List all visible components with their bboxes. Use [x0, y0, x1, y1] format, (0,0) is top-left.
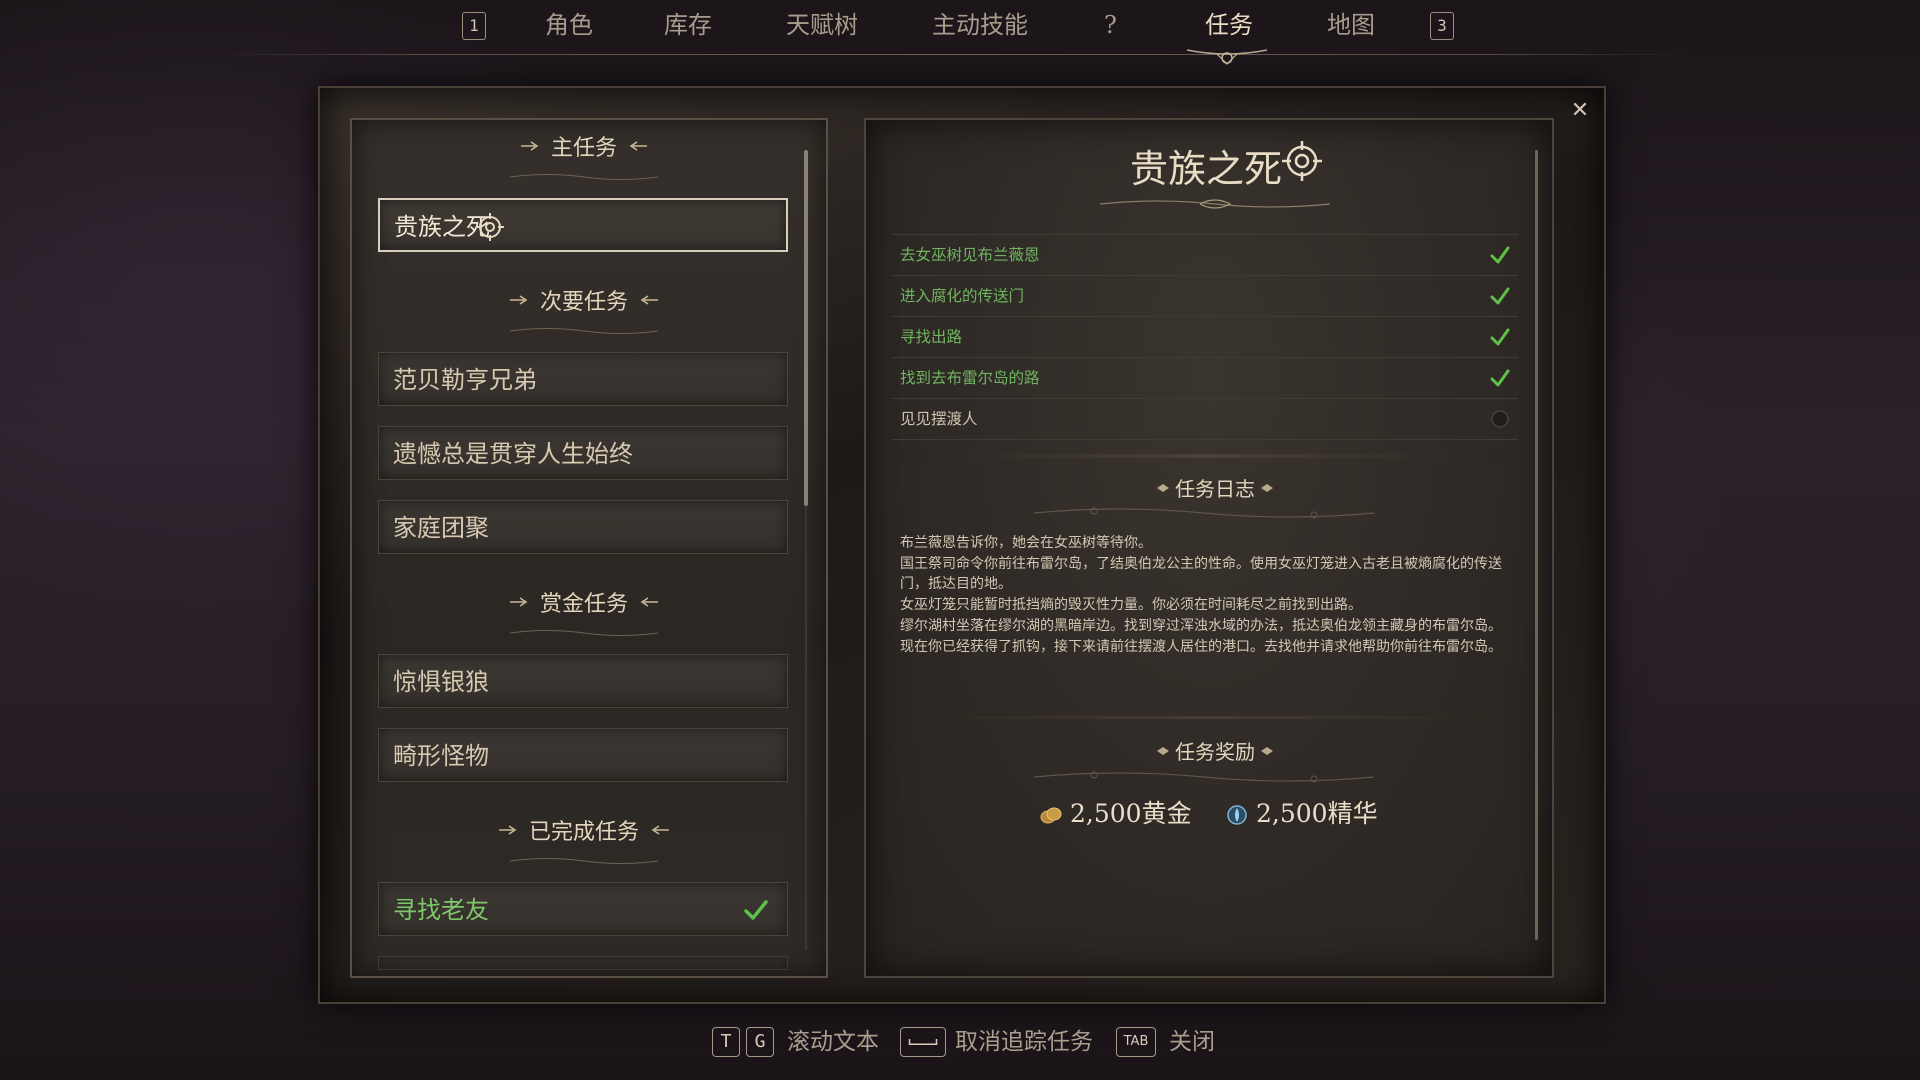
diamond-icon	[1261, 746, 1273, 755]
essence-icon	[1227, 805, 1247, 825]
arrow-right-icon	[520, 141, 539, 151]
quest-label: 畸形怪物	[393, 742, 489, 770]
tab-talent-tree[interactable]: 天赋树	[786, 8, 858, 42]
journal-entry: 国王祭司命令你前往布雷尔岛，了结奥伯龙公主的性命。使用女巫灯笼进入古老且被熵腐化…	[900, 555, 1502, 593]
objective-row: 去女巫树见布兰薇恩	[892, 234, 1518, 276]
journal-text: 布兰薇恩告诉你，她会在女巫树等待你。 国王祭司命令你前往布雷尔岛，了结奥伯龙公主…	[900, 533, 1510, 657]
reward-gold: 2,500黄金	[1070, 799, 1192, 828]
arrow-left-icon	[640, 295, 658, 305]
arrow-right-icon	[498, 825, 517, 835]
nav-prev-key[interactable]: 1	[462, 12, 486, 40]
quest-list-scrollbar[interactable]	[804, 150, 808, 506]
arrow-right-icon	[509, 597, 528, 607]
objective-divider	[892, 454, 1518, 458]
scroll-down-key[interactable]: G	[746, 1027, 774, 1057]
main-quests-header: 主任务	[378, 130, 790, 170]
quest-item-completed-1[interactable]: 寻找老友	[378, 882, 788, 936]
close-icon[interactable]: ✕	[1565, 96, 1595, 126]
nav-divider	[215, 54, 1690, 55]
reward-list: 2,500黄金 2,500精华	[1036, 796, 1378, 832]
untrack-quest-hint: 取消追踪任务	[955, 1029, 1093, 1055]
target-icon	[476, 213, 504, 241]
quest-label: 家庭团聚	[393, 514, 489, 542]
diamond-icon	[1157, 483, 1169, 492]
objective-row: 见见摆渡人	[892, 399, 1518, 440]
close-hint: 关闭	[1169, 1029, 1215, 1055]
header-flourish-icon	[510, 328, 658, 334]
completed-quests-header: 已完成任务	[378, 814, 790, 854]
scroll-up-key[interactable]: T	[712, 1027, 740, 1057]
check-icon	[1490, 328, 1510, 346]
objective-list: 去女巫树见布兰薇恩 进入腐化的传送门 寻找出路 找到去布雷尔岛的路 见见摆渡人	[892, 234, 1518, 440]
tab-map[interactable]: 地图	[1327, 8, 1375, 42]
rewards-flourish-icon	[1034, 771, 1374, 783]
objective-row: 找到去布雷尔岛的路	[892, 358, 1518, 399]
quest-item-side-2[interactable]: 遗憾总是贯穿人生始终	[378, 426, 788, 480]
quest-item-bounty-1[interactable]: 惊惧银狼	[378, 654, 788, 708]
check-icon	[1490, 369, 1510, 387]
space-bar-glyph-icon	[908, 1039, 938, 1045]
detail-scrollbar[interactable]	[1535, 150, 1538, 940]
arrow-left-icon	[640, 597, 658, 607]
header-flourish-icon	[510, 630, 658, 636]
journal-flourish-icon	[1034, 507, 1374, 519]
header-flourish-icon	[510, 174, 658, 180]
target-icon	[1282, 141, 1322, 181]
quest-item-main-selected[interactable]: 贵族之死	[378, 198, 788, 252]
journal-entry: 现在你已经获得了抓钩，接下来请前往摆渡人居住的港口。去找他并请求他帮助你前往布雷…	[900, 638, 1502, 655]
tab-key[interactable]: TAB	[1116, 1027, 1156, 1057]
objective-row: 寻找出路	[892, 317, 1518, 358]
space-key-icon[interactable]	[900, 1027, 946, 1057]
scroll-text-hint: 滚动文本	[787, 1029, 879, 1055]
quest-label: 惊惧银狼	[393, 668, 489, 696]
tab-character[interactable]: 角色	[545, 8, 593, 42]
arrow-left-icon	[651, 825, 669, 835]
top-navigation: 1 角色 库存 天赋树 主动技能 ? 任务 地图 3	[0, 0, 1920, 65]
pending-circle-icon	[1491, 410, 1509, 428]
quest-item-bounty-2[interactable]: 畸形怪物	[378, 728, 788, 782]
check-icon	[1490, 246, 1510, 264]
gold-icon	[1040, 807, 1062, 824]
active-tab-ornament-icon	[1186, 49, 1268, 65]
quest-item-partial	[378, 956, 788, 970]
journal-entry: 女巫灯笼只能暂时抵挡熵的毁灭性力量。你必须在时间耗尽之前找到出路。	[900, 597, 1362, 614]
journal-header: 任务日志	[1100, 473, 1330, 503]
arrow-right-icon	[509, 295, 528, 305]
quest-item-side-1[interactable]: 范贝勒亨兄弟	[378, 352, 788, 406]
header-flourish-icon	[510, 858, 658, 864]
diamond-icon	[1261, 483, 1273, 492]
check-icon	[744, 900, 768, 920]
reward-essence: 2,500精华	[1256, 799, 1378, 828]
journal-divider	[892, 716, 1518, 719]
tab-unknown[interactable]: ?	[1104, 8, 1117, 42]
tab-inventory[interactable]: 库存	[664, 8, 712, 42]
tab-active-skills[interactable]: 主动技能	[932, 8, 1028, 42]
quest-detail-title: 贵族之死	[1130, 147, 1283, 191]
diamond-icon	[1157, 746, 1169, 755]
journal-entry: 布兰薇恩告诉你，她会在女巫树等待你。	[900, 535, 1152, 551]
tab-quests[interactable]: 任务	[1205, 8, 1253, 42]
side-quests-header: 次要任务	[378, 284, 790, 324]
quest-item-side-3[interactable]: 家庭团聚	[378, 500, 788, 554]
quest-label: 遗憾总是贯穿人生始终	[393, 440, 633, 468]
quest-label: 范贝勒亨兄弟	[393, 366, 537, 394]
objective-row: 进入腐化的传送门	[892, 276, 1518, 317]
quest-label: 寻找老友	[393, 896, 489, 924]
arrow-left-icon	[629, 141, 647, 151]
rewards-header: 任务奖励	[1100, 736, 1330, 766]
check-icon	[1490, 287, 1510, 305]
title-flourish-icon	[1100, 199, 1330, 209]
nav-next-key[interactable]: 3	[1430, 12, 1454, 40]
bounty-quests-header: 赏金任务	[378, 586, 790, 626]
journal-entry: 缪尔湖村坐落在缪尔湖的黑暗岸边。找到穿过浑浊水域的办法，抵达奥伯龙领主藏身的布雷…	[900, 617, 1502, 634]
